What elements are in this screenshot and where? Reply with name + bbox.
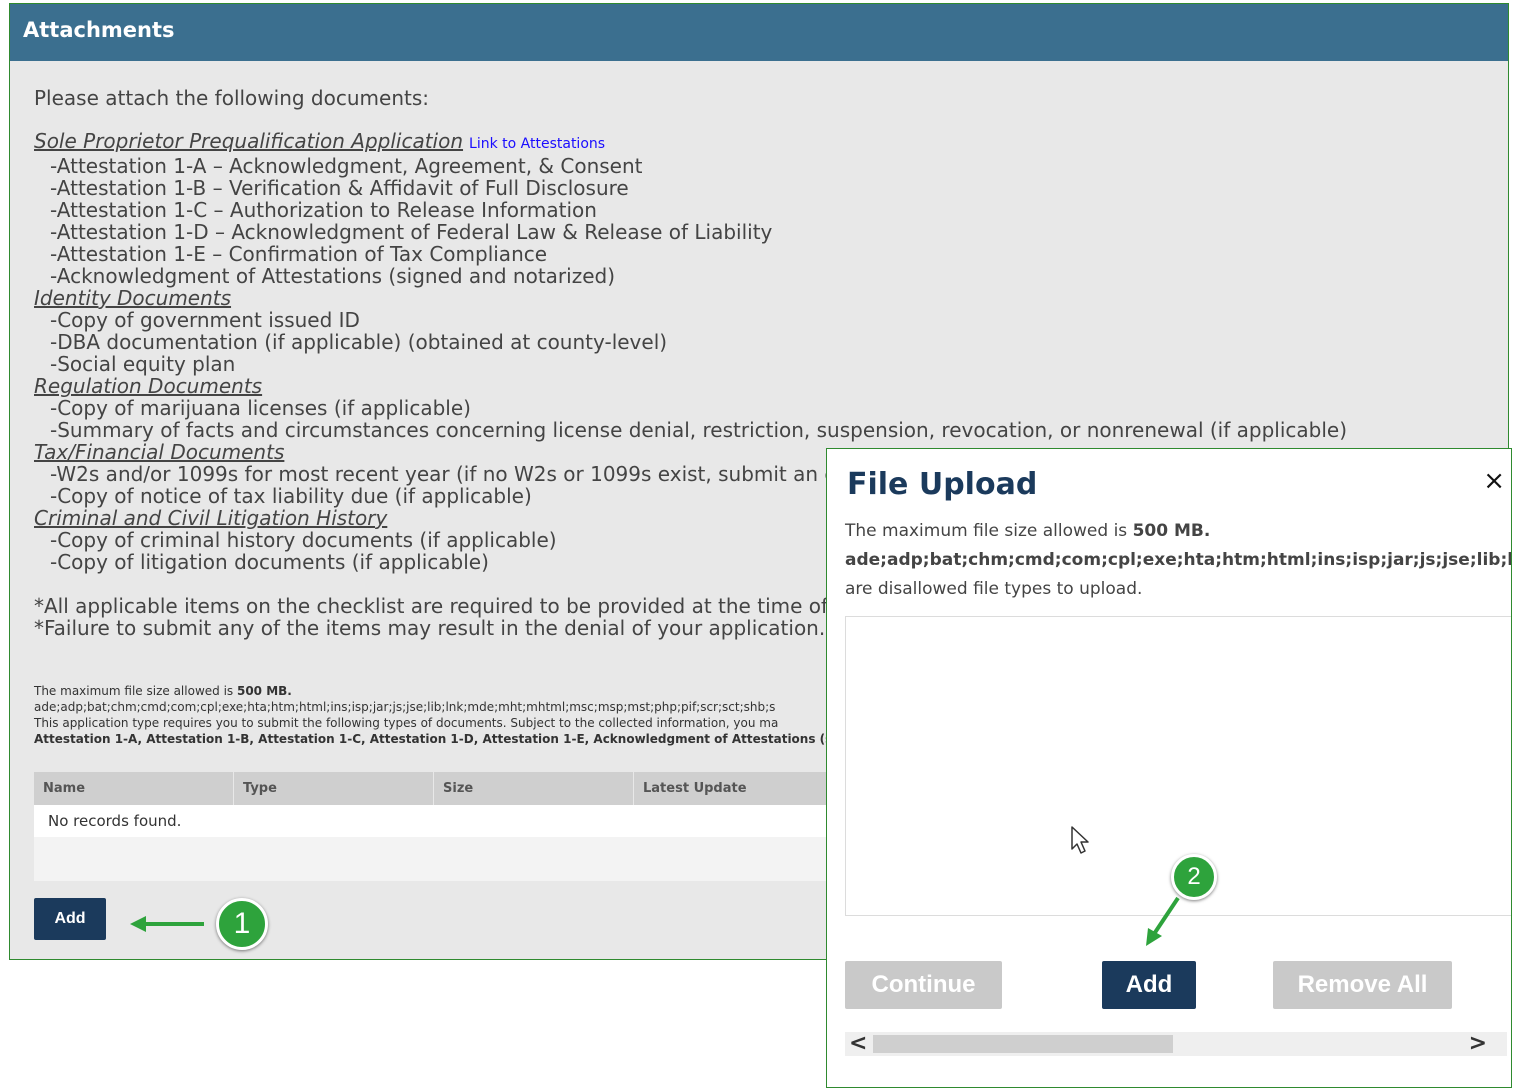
list-item: -Summary of facts and circumstances conc… <box>50 418 1348 442</box>
max-size-value: 500 MB. <box>1132 521 1211 541</box>
remove-all-button[interactable]: Remove All <box>1273 961 1452 1009</box>
table-empty-row: No records found. <box>34 805 834 837</box>
list-item: -Attestation 1-D – Acknowledgment of Fed… <box>50 220 773 244</box>
section-title: Tax/Financial Documents <box>34 440 285 464</box>
attestations-link[interactable]: Link to Attestations <box>469 136 605 152</box>
column-header-latest-update[interactable]: Latest Update <box>634 772 834 805</box>
dialog-title: File Upload <box>847 467 1038 502</box>
max-size-label: The maximum file size allowed is <box>34 684 237 698</box>
file-upload-dialog: File Upload × The maximum file size allo… <box>826 448 1512 1088</box>
scrollbar-thumb[interactable] <box>873 1035 1173 1053</box>
disallowed-types: ade;adp;bat;chm;cmd;com;cpl;exe;hta;htm;… <box>845 550 1512 570</box>
table-header: Name Type Size Latest Update <box>34 772 834 805</box>
horizontal-scrollbar[interactable]: < > <box>845 1032 1507 1056</box>
list-item: -Copy of government issued ID <box>50 308 360 332</box>
list-item: -Attestation 1-E – Confirmation of Tax C… <box>50 242 548 266</box>
section-title: Criminal and Civil Litigation History <box>34 506 388 530</box>
max-size-value: 500 MB. <box>236 684 292 698</box>
section-title: Sole Proprietor Prequalification Applica… <box>34 129 464 153</box>
list-item: -Attestation 1-A – Acknowledgment, Agree… <box>50 154 643 178</box>
annotation-badge-1: 1 <box>216 898 268 950</box>
continue-button[interactable]: Continue <box>845 961 1002 1009</box>
intro-text: Please attach the following documents: <box>34 86 429 110</box>
attachments-table: Name Type Size Latest Update No records … <box>34 772 834 881</box>
annotation-arrow-2 <box>1146 896 1180 946</box>
add-button[interactable]: Add <box>34 898 106 940</box>
scroll-left-icon[interactable]: < <box>849 1032 867 1056</box>
max-size-text: The maximum file size allowed is 500 MB. <box>845 521 1210 541</box>
close-icon[interactable]: × <box>1483 467 1505 495</box>
section-title: Regulation Documents <box>34 374 263 398</box>
section-title: Identity Documents <box>34 286 232 310</box>
add-file-button[interactable]: Add <box>1102 961 1196 1009</box>
max-size-label: The maximum file size allowed is <box>845 521 1133 541</box>
annotation-arrow-1 <box>130 916 204 932</box>
scroll-right-icon[interactable]: > <box>1469 1032 1487 1056</box>
list-item: -Copy of marijuana licenses (if applicab… <box>50 396 471 420</box>
disallowed-types-suffix: are disallowed file types to upload. <box>845 579 1143 599</box>
list-item: -Social equity plan <box>50 352 236 376</box>
list-item: -Attestation 1-B – Verification & Affida… <box>50 176 629 200</box>
list-item: -Acknowledgment of Attestations (signed … <box>50 264 616 288</box>
annotation-badge-2: 2 <box>1171 854 1217 900</box>
table-footer <box>34 837 834 881</box>
column-header-type[interactable]: Type <box>234 772 434 805</box>
mouse-cursor-icon <box>1071 826 1089 854</box>
column-header-name[interactable]: Name <box>34 772 234 805</box>
list-item: -DBA documentation (if applicable) (obta… <box>50 330 668 354</box>
panel-title: Attachments <box>10 4 1508 61</box>
column-header-size[interactable]: Size <box>434 772 634 805</box>
list-item: -Attestation 1-C – Authorization to Rele… <box>50 198 597 222</box>
